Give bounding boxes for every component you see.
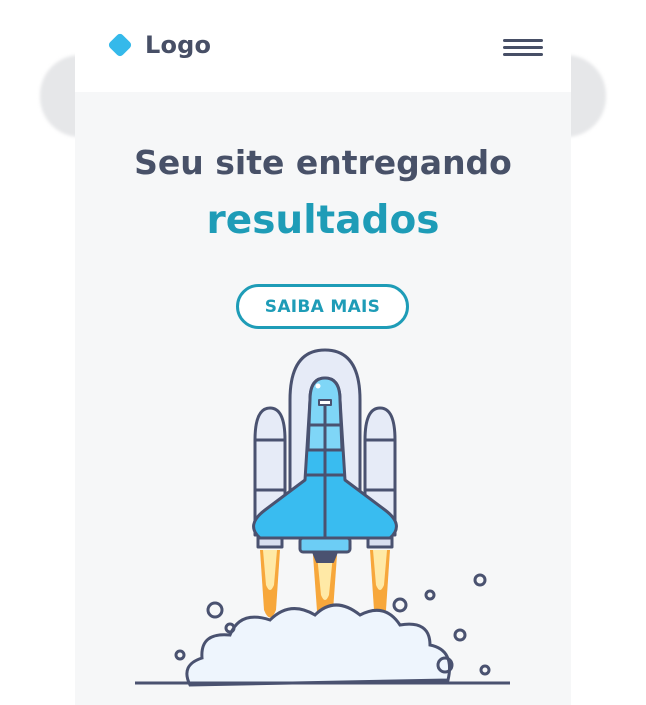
- logo-link[interactable]: Logo: [105, 30, 211, 60]
- logo-text: Logo: [145, 31, 212, 59]
- menu-line: [503, 39, 543, 42]
- hero-title: Seu site entregando: [134, 143, 512, 182]
- smoke-clouds: [185, 603, 451, 687]
- hero-highlight: resultados: [206, 198, 440, 243]
- page: Logo Seu site entregando resultados SAIB…: [0, 0, 646, 705]
- menu-line: [503, 46, 543, 49]
- saiba-mais-button[interactable]: SAIBA MAIS: [236, 284, 409, 329]
- site-header: Logo: [75, 0, 571, 92]
- diamond-logo-icon: [108, 33, 132, 57]
- hamburger-menu-icon[interactable]: [503, 36, 545, 60]
- mobile-screen: Logo Seu site entregando resultados SAIB…: [75, 0, 571, 705]
- sparkle-icon: [315, 383, 321, 389]
- menu-line: [503, 53, 543, 56]
- rocket-launch-illustration: [135, 348, 510, 687]
